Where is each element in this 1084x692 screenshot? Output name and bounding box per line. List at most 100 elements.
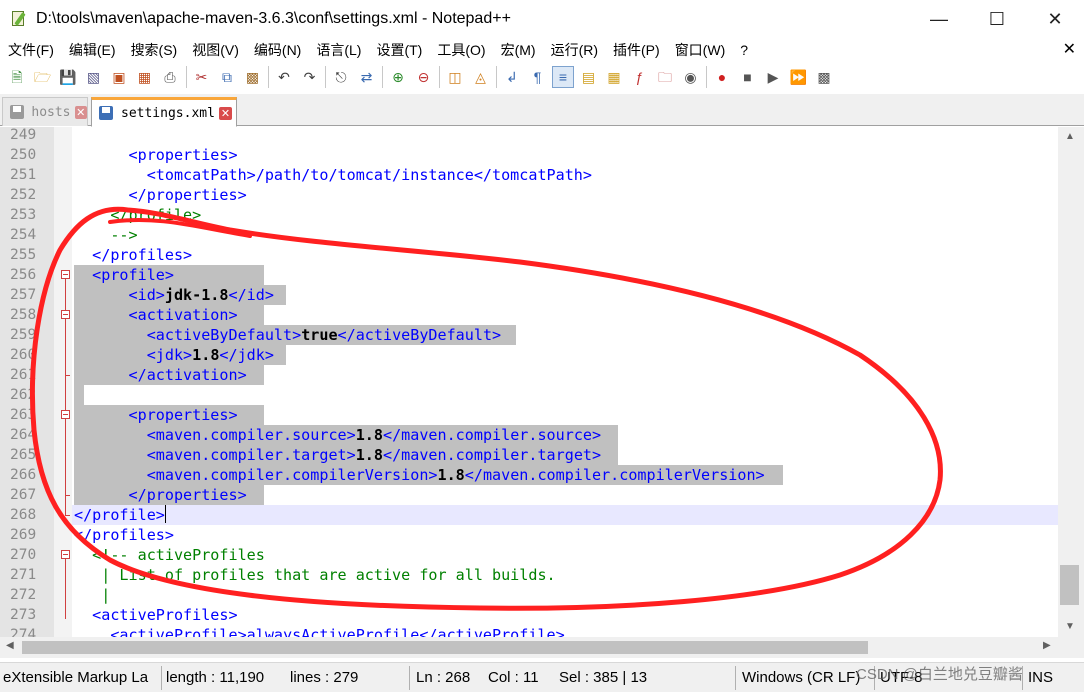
record-macro-icon[interactable]: ● (711, 66, 733, 88)
menu-help[interactable]: ? (732, 42, 755, 58)
code-text: </profiles> (74, 525, 174, 545)
code-line[interactable]: 262 (0, 385, 1058, 405)
code-line[interactable]: 252 </properties> (0, 185, 1058, 205)
code-text: <activeByDefault>true</activeByDefault> (74, 325, 501, 345)
cut-icon[interactable]: ✂ (191, 66, 213, 88)
replace-icon[interactable]: ⇄ (356, 66, 378, 88)
close-document-icon[interactable]: ✕ (1063, 39, 1076, 59)
fold-toggle-icon[interactable] (61, 310, 70, 319)
code-line[interactable]: 259 <activeByDefault>true</activeByDefau… (0, 325, 1058, 345)
redo-icon[interactable]: ↷ (299, 66, 321, 88)
code-line[interactable]: 270 <!-- activeProfiles (0, 545, 1058, 565)
xml-tag: </activeByDefault> (337, 326, 502, 344)
menu-language[interactable]: 语言(L) (308, 40, 368, 60)
maximize-icon[interactable]: ☐ (968, 0, 1026, 38)
menu-encoding[interactable]: 编码(N) (246, 40, 308, 60)
paste-icon[interactable]: ▩ (242, 66, 264, 88)
new-file-icon[interactable]: 🗎 (6, 66, 28, 88)
menu-plugins[interactable]: 插件(P) (605, 40, 667, 60)
undo-icon[interactable]: ↶ (273, 66, 295, 88)
line-number: 251 (10, 167, 37, 183)
scroll-left-icon[interactable]: ◀ (6, 640, 14, 651)
scroll-right-icon[interactable]: ▶ (1043, 640, 1051, 651)
code-line[interactable]: 250 <properties> (0, 145, 1058, 165)
menu-settings[interactable]: 设置(T) (368, 40, 429, 60)
editor-area[interactable]: 249 250 <properties> 251 <tomcatPath>/path… (0, 127, 1084, 637)
zoom-in-icon[interactable]: ⊕ (387, 66, 409, 88)
scroll-down-icon[interactable]: ▼ (1065, 621, 1075, 632)
code-line[interactable]: 253 </profile> (0, 205, 1058, 225)
word-wrap-icon[interactable]: ↲ (501, 66, 523, 88)
zoom-out-icon[interactable]: ⊖ (413, 66, 435, 88)
code-line[interactable]: 263 <properties> (0, 405, 1058, 425)
menu-tools[interactable]: 工具(O) (429, 40, 492, 60)
stop-macro-icon[interactable]: ■ (737, 66, 759, 88)
sync-v-icon[interactable]: ◫ (444, 66, 466, 88)
save-macro-icon[interactable]: ▩ (813, 66, 835, 88)
udl-icon[interactable]: ▤ (578, 66, 600, 88)
save-icon[interactable]: 💾 (57, 66, 79, 88)
show-all-chars-icon[interactable]: ¶ (527, 66, 549, 88)
code-line[interactable]: 267 </properties> (0, 485, 1058, 505)
code-line[interactable]: 257 <id>jdk-1.8</id> (0, 285, 1058, 305)
tab-settings-xml[interactable]: settings.xml ✕ (91, 97, 237, 127)
tab-close-icon[interactable]: ✕ (74, 105, 87, 119)
code-line[interactable]: 273 <activeProfiles> (0, 605, 1058, 625)
open-file-icon[interactable]: 🗁 (32, 66, 54, 88)
code-line[interactable]: 268 </profile> (0, 505, 1058, 525)
tab-hosts[interactable]: hosts ✕ (2, 97, 88, 126)
copy-icon[interactable]: ⧉ (216, 66, 238, 88)
sync-h-icon[interactable]: ◬ (470, 66, 492, 88)
vertical-scrollbar[interactable] (1058, 127, 1084, 637)
code-line[interactable]: 249 (0, 127, 1058, 145)
scroll-up-icon[interactable]: ▲ (1065, 131, 1075, 142)
print-icon[interactable]: ⎙ (159, 66, 181, 88)
save-all-icon[interactable]: ▧ (83, 66, 105, 88)
code-line[interactable]: 264 <maven.compiler.source>1.8</maven.co… (0, 425, 1058, 445)
tab-close-icon[interactable]: ✕ (218, 106, 232, 120)
code-line[interactable]: 261 </activation> (0, 365, 1058, 385)
code-text: <profile> (74, 265, 174, 285)
xml-tag: <activation> (74, 306, 238, 324)
close-window-icon[interactable]: ✕ (1026, 0, 1084, 38)
code-line[interactable]: 256 <profile> (0, 265, 1058, 285)
code-line[interactable]: 251 <tomcatPath>/path/to/tomcat/instance… (0, 165, 1058, 185)
code-text: </profiles> (74, 245, 192, 265)
menu-run[interactable]: 运行(R) (543, 40, 605, 60)
monitor-icon[interactable]: ◉ (680, 66, 702, 88)
menu-edit[interactable]: 编辑(E) (61, 40, 123, 60)
menu-window[interactable]: 窗口(W) (667, 40, 733, 60)
fold-toggle-icon[interactable] (61, 410, 70, 419)
code-line[interactable]: 269 </profiles> (0, 525, 1058, 545)
code-line[interactable]: 260 <jdk>1.8</jdk> (0, 345, 1058, 365)
doc-map-icon[interactable]: ▦ (603, 66, 625, 88)
menu-file[interactable]: 文件(F) (0, 40, 61, 60)
close-all-icon[interactable]: ▦ (134, 66, 156, 88)
vertical-scroll-thumb[interactable] (1060, 565, 1079, 605)
close-icon[interactable]: ▣ (108, 66, 130, 88)
code-line[interactable]: 265 <maven.compiler.target>1.8</maven.co… (0, 445, 1058, 465)
function-list-icon[interactable]: ƒ (629, 66, 651, 88)
folder-workspace-icon[interactable]: 🗀 (654, 66, 676, 88)
find-icon[interactable]: ⎋ (330, 66, 352, 88)
code-line[interactable]: 258 <activation> (0, 305, 1058, 325)
fold-toggle-icon[interactable] (61, 270, 70, 279)
run-macro-multiple-icon[interactable]: ⏩ (788, 66, 810, 88)
code-line[interactable]: 272 | (0, 585, 1058, 605)
menu-search[interactable]: 搜索(S) (123, 40, 185, 60)
menu-macro[interactable]: 宏(M) (493, 40, 543, 60)
code-line[interactable]: 274 <activeProfile>alwaysActiveProfile</… (0, 625, 1058, 637)
xml-tag: </profile> (74, 506, 165, 524)
code-text: <maven.compiler.target>1.8</maven.compil… (74, 445, 601, 465)
code-line[interactable]: 266 <maven.compiler.compilerVersion>1.8<… (0, 465, 1058, 485)
horizontal-scroll-thumb[interactable] (22, 641, 868, 654)
menu-view[interactable]: 视图(V) (184, 40, 246, 60)
code-line[interactable]: 271 | List of profiles that are active f… (0, 565, 1058, 585)
code-line[interactable]: 254 --> (0, 225, 1058, 245)
notepad-plus-plus-icon (10, 10, 28, 28)
fold-toggle-icon[interactable] (61, 550, 70, 559)
play-macro-icon[interactable]: ▶ (762, 66, 784, 88)
minimize-icon[interactable]: — (910, 0, 968, 38)
indent-guide-icon[interactable]: ≡ (552, 66, 574, 88)
code-line[interactable]: 255 </profiles> (0, 245, 1058, 265)
